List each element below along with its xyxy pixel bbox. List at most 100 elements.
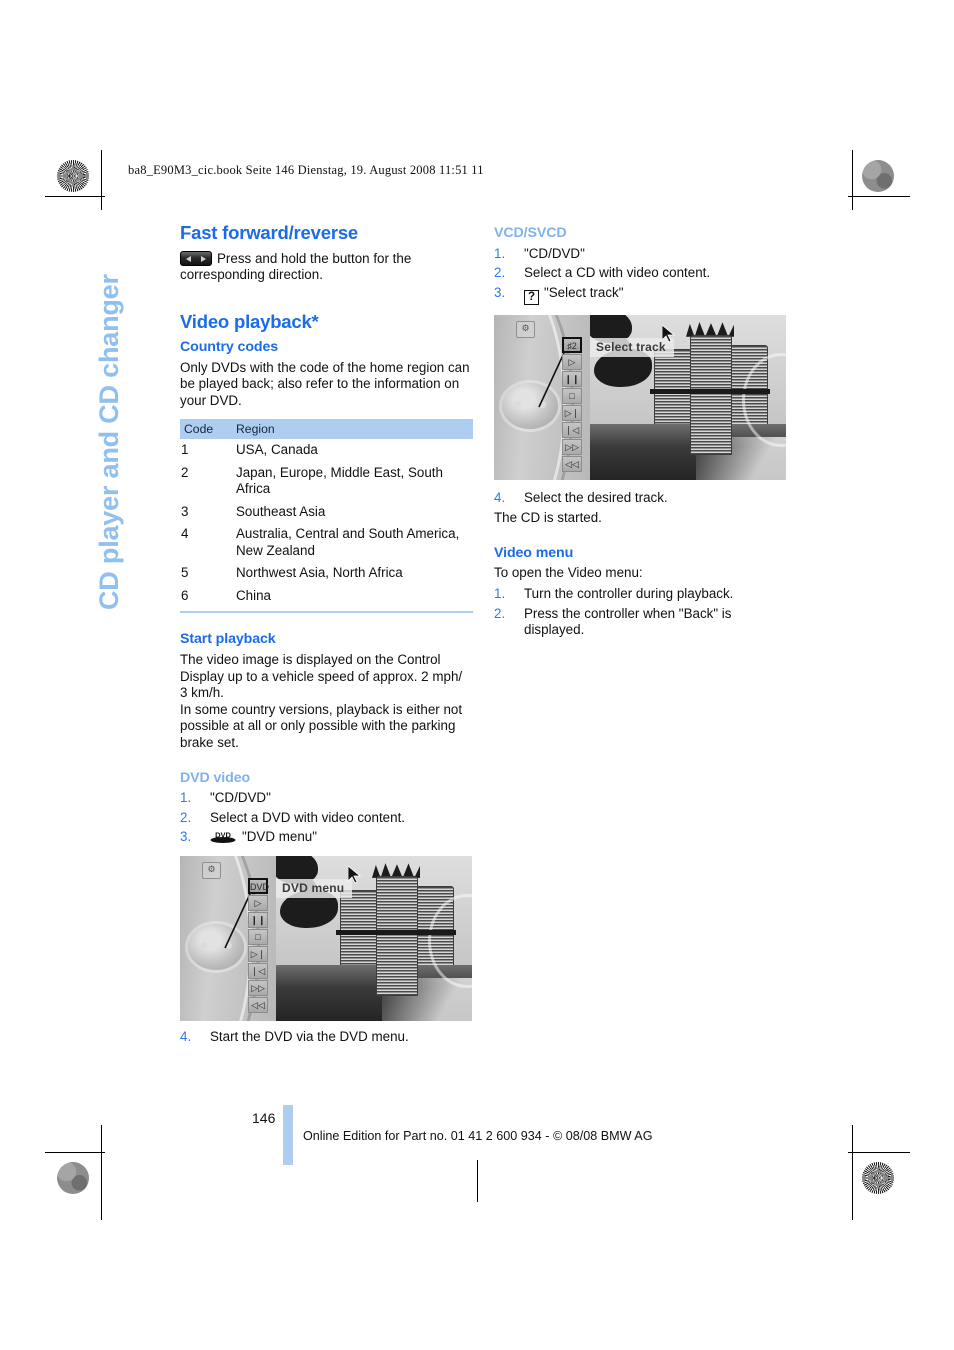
cell-region: Southeast Asia <box>236 503 326 519</box>
stop-icon[interactable]: □ <box>248 928 268 945</box>
greydot-mark-top-right <box>862 160 894 192</box>
step-number: 1. <box>494 585 506 601</box>
crosshair-bottom-right <box>818 1164 844 1190</box>
list-item: 1. "CD/DVD" <box>180 790 473 807</box>
list-item: 1. "CD/DVD" <box>494 246 787 263</box>
step-text: Select the desired track. <box>524 489 668 505</box>
list-item: 1. Turn the controller during playback. <box>494 586 787 603</box>
question-mark-icon: ? <box>524 289 539 305</box>
trim-line-left-vertical <box>101 150 102 210</box>
list-item: 2. Select a DVD with video content. <box>180 810 473 827</box>
subsection-title-country-codes: Country codes <box>180 339 279 356</box>
step-number: 3. <box>494 284 506 300</box>
left-column: Fast forward/reverse Press and hold the … <box>180 222 473 1048</box>
trim-line-right-vertical <box>852 150 853 210</box>
chapter-tab: CD player and CD changer <box>94 230 154 610</box>
cell-code: 2 <box>181 464 189 480</box>
settings-icon: ⚙ <box>202 861 221 879</box>
cell-region: USA, Canada <box>236 442 318 458</box>
table-bottom-rule <box>180 611 473 614</box>
playback-icon-strip: ♯2 ▷ ❙❙ □ ▷❘ ❘◁ ▷▷ ◁◁ <box>562 336 584 473</box>
step-text: "DVD menu" <box>242 829 317 845</box>
crosshair-left-upper <box>60 205 86 231</box>
video-menu-steps: 1. Turn the controller during playback. … <box>494 586 787 639</box>
table-row: 5 Northwest Asia, North Africa <box>180 562 473 585</box>
crosshair-right-upper <box>867 205 893 231</box>
trim-line-bottom-horizontal <box>45 1152 105 1153</box>
previous-track-icon[interactable]: ❘◁ <box>248 962 268 979</box>
table-header-region: Region <box>232 419 473 440</box>
svg-text:DVD: DVD <box>215 831 231 840</box>
right-column: VCD/SVCD 1. "CD/DVD" 2. Select a CD with… <box>494 225 787 642</box>
crosshair-top-right <box>818 158 844 184</box>
playback-icon-strip: DVD ▷ ❙❙ □ ▷❘ ❘◁ ▷▷ ◁◁ <box>248 877 270 1014</box>
rewind-icon[interactable]: ◁◁ <box>248 996 268 1013</box>
file-header-line: ba8_E90M3_cic.book Seite 146 Dienstag, 1… <box>128 163 484 177</box>
cell-code: 3 <box>181 503 189 519</box>
page-number: 146 <box>252 1110 276 1126</box>
play-icon[interactable]: ▷ <box>248 894 268 911</box>
list-item: 3. DVD "DVD menu" <box>180 829 473 846</box>
country-codes-table: Code Region 1 USA, Canada 2 Japan, Europ… <box>180 419 473 607</box>
rewind-icon[interactable]: ◁◁ <box>562 455 582 472</box>
vcd-svcd-steps-continued: 4. Select the desired track. <box>494 490 787 507</box>
cursor-icon <box>347 864 362 884</box>
video-menu-intro: To open the Video menu: <box>494 565 643 581</box>
dvd-menu-icon[interactable]: DVD <box>248 877 269 894</box>
page-marker-bar <box>283 1105 293 1165</box>
crosshair-bottom-center <box>464 1163 490 1189</box>
pause-icon[interactable]: ❙❙ <box>248 911 268 928</box>
settings-icon: ⚙ <box>516 320 535 338</box>
dvd-video-steps-continued: 4. Start the DVD via the DVD menu. <box>180 1029 473 1046</box>
list-item: 2. Press the controller when "Back" is d… <box>494 606 787 639</box>
cell-code: 5 <box>181 565 189 581</box>
table-row: 4 Australia, Central and South America, … <box>180 523 473 562</box>
subsection-title-vcd-svcd: VCD/SVCD <box>494 225 567 241</box>
list-item: 2. Select a CD with video content. <box>494 265 787 282</box>
step-text: Start the DVD via the DVD menu. <box>210 1028 409 1044</box>
tower-band <box>650 388 770 394</box>
list-item: 3. ? "Select track" <box>494 285 787 305</box>
subsection-title-dvd-video: DVD video <box>180 769 251 786</box>
step-text: "CD/DVD" <box>524 245 585 261</box>
country-codes-intro: Only DVDs with the code of the home regi… <box>180 359 470 408</box>
stop-icon[interactable]: □ <box>562 387 582 404</box>
fast-forward-instruction-text: Press and hold the button for the corres… <box>180 250 412 283</box>
fast-forward-icon[interactable]: ▷▷ <box>248 979 268 996</box>
controller-knob <box>502 382 558 429</box>
trim-line-right-vertical-2 <box>852 1125 853 1220</box>
cell-region: China <box>236 587 271 603</box>
next-track-icon[interactable]: ▷❘ <box>248 945 268 962</box>
cell-code: 1 <box>181 442 189 458</box>
crosshair-bottom-left <box>110 1164 136 1190</box>
step-number: 2. <box>180 809 192 825</box>
list-item: 4. Start the DVD via the DVD menu. <box>180 1029 473 1046</box>
dvd-menu-screenshot-label: DVD menu <box>276 878 353 899</box>
section-title-fast-forward: Fast forward/reverse <box>180 222 359 243</box>
select-track-icon[interactable]: ♯2 <box>562 336 582 353</box>
rosette-mark-bottom-right <box>862 1162 894 1194</box>
previous-track-icon[interactable]: ❘◁ <box>562 421 582 438</box>
cell-region: Japan, Europe, Middle East, South Africa <box>236 464 443 497</box>
play-icon[interactable]: ▷ <box>562 353 582 370</box>
dvd-logo-icon: DVD <box>210 830 236 844</box>
list-item: 4. Select the desired track. <box>494 490 787 507</box>
cell-code: 4 <box>181 526 189 542</box>
step-text: "Select track" <box>544 284 624 300</box>
step-text: Turn the controller during playback. <box>524 585 734 601</box>
trim-line-bottom-horizontal-right <box>848 1152 910 1153</box>
cursor-icon <box>661 323 676 343</box>
cell-region: Australia, Central and South America, Ne… <box>236 526 460 558</box>
cd-started-text: The CD is started. <box>494 510 602 526</box>
subsection-title-start-playback: Start playback <box>180 631 276 648</box>
select-track-control-display-screenshot: ⚙ ♯2 ▷ ❙❙ □ ▷❘ ❘◁ ▷▷ ◁◁ Select track <box>494 314 786 480</box>
controller-knob <box>188 923 244 970</box>
section-title-video-playback: Video playback* <box>180 310 319 332</box>
pause-icon[interactable]: ❙❙ <box>562 370 582 387</box>
step-number: 2. <box>494 605 506 621</box>
table-row: 1 USA, Canada <box>180 439 473 462</box>
cell-code: 6 <box>181 587 189 603</box>
next-track-icon[interactable]: ▷❘ <box>562 404 582 421</box>
rosette-mark-top-left <box>57 160 89 192</box>
fast-forward-icon[interactable]: ▷▷ <box>562 438 582 455</box>
